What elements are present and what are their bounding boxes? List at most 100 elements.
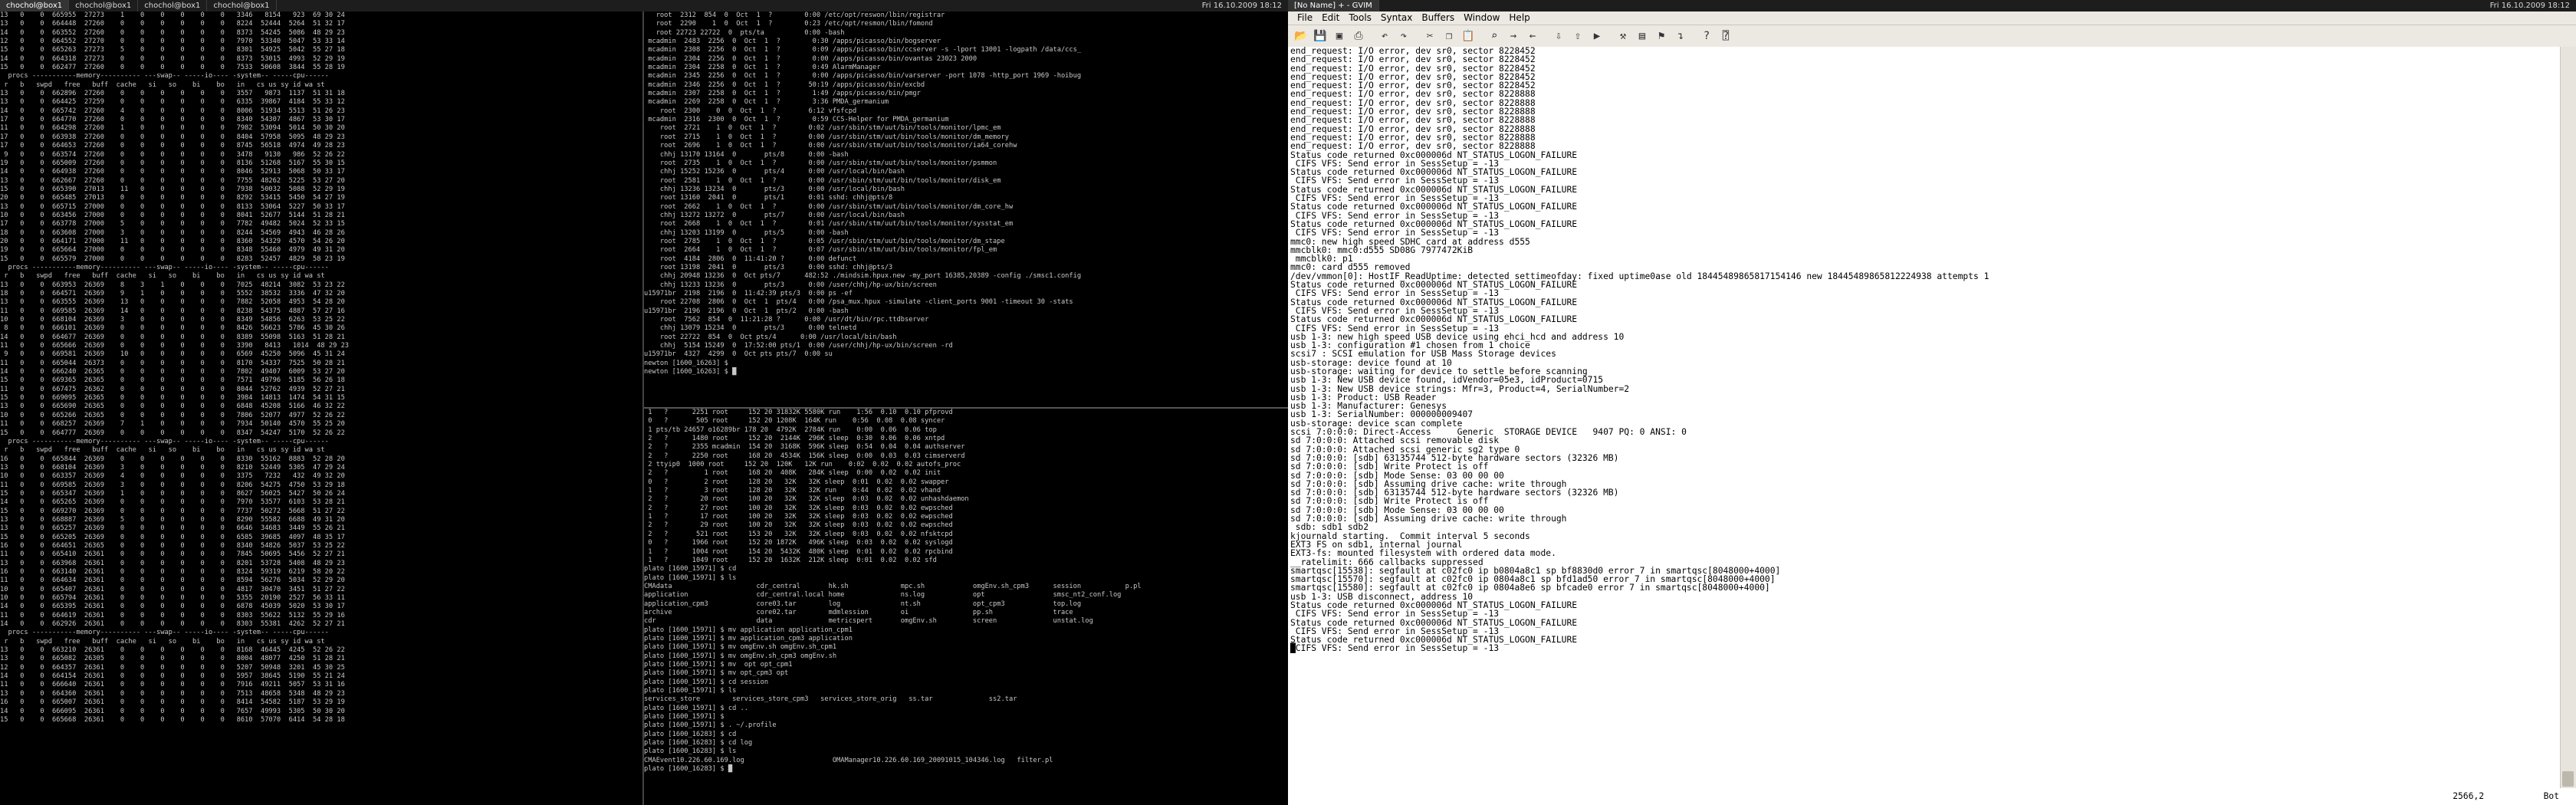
find-help-icon[interactable]: ⍰ xyxy=(1717,28,1734,44)
right-clock: Fri 16.10.2009 18:12 xyxy=(2489,2,2570,10)
ps-line: root 2312 854 0 Oct 1 ? 0:00 /etc/opt/re… xyxy=(644,12,945,19)
vmstat-line: 17 0 0 664653 27260 0 0 0 0 0 0 8745 565… xyxy=(0,142,345,150)
left-window-tab[interactable]: chochol@box1 xyxy=(0,0,70,12)
vmstat-line: 15 0 0 665205 26369 0 0 0 0 0 0 6585 396… xyxy=(0,533,345,541)
menu-file[interactable]: File xyxy=(1293,12,1317,25)
ps-line: root 2668 1 0 Oct 1 ? 0:01 /usr/sbin/stm… xyxy=(644,220,1014,228)
top-line: plato [1600_15971] $ mv application_cpm3… xyxy=(644,634,853,642)
right-top-bar: [No Name] + - GVIM Fri 16.10.2009 18:12 xyxy=(1288,0,2576,12)
vmstat-line: 13 0 0 668104 26369 3 0 0 0 0 0 8210 524… xyxy=(0,463,345,472)
ps-terminal-pane[interactable]: root 2312 854 0 Oct 1 ? 0:00 /etc/opt/re… xyxy=(644,12,1288,409)
jump-tag-icon[interactable]: ↴ xyxy=(1672,28,1689,44)
vmstat-line: 19 0 0 665664 27000 0 0 0 0 0 0 8348 554… xyxy=(0,246,345,255)
undo-icon[interactable]: ↶ xyxy=(1376,28,1393,44)
vmstat-line: 10 0 0 663357 26369 4 0 0 0 0 0 3375 723… xyxy=(0,472,345,481)
editor-scrollbar[interactable] xyxy=(2560,47,2576,788)
ps-line: mcadmin 2483 2256 0 Oct 1 ? 0:30 /apps/p… xyxy=(644,38,941,46)
ps-line: chhj 5154 15249 0 17:52:00 pts/1 0:00 /u… xyxy=(644,342,953,350)
vmstat-line: 11 0 0 669585 26369 3 0 0 0 0 0 8206 542… xyxy=(0,481,345,489)
vmstat-line: r b swpd free buff cache si so bi bo in … xyxy=(0,80,325,89)
ps-line: newton [1600_16263] $ █ xyxy=(644,368,737,376)
ps-line: root 2721 1 0 Oct 1 ? 0:02 /usr/sbin/stm… xyxy=(644,124,1001,133)
vmstat-line: 19 0 0 665009 27260 0 0 0 0 0 0 8136 512… xyxy=(0,159,345,167)
top-line: 1 ? 17 root 100 20 32K 32K sleep 0:03 0.… xyxy=(644,513,953,521)
run-script-icon[interactable]: ▶ xyxy=(1589,28,1605,44)
top-line: plato [1600_15971] $ cd session xyxy=(644,678,769,686)
top-line: plato [1600_15971] $ cd xyxy=(644,565,737,573)
cut-icon[interactable]: ✂ xyxy=(1421,28,1438,44)
vmstat-line: procs -----------memory---------- ---swa… xyxy=(0,629,329,637)
menu-help[interactable]: Help xyxy=(1504,12,1534,25)
save-icon[interactable]: 💾 xyxy=(1312,28,1329,44)
left-window-tab[interactable]: chochol@box1 xyxy=(207,0,277,12)
top-line: 2 ? 2355 mcadmin 154 20 3168K 596K sleep… xyxy=(644,443,965,452)
ps-line: mcadmin 2345 2256 0 Oct 1 ? 0:00 /apps/p… xyxy=(644,72,1082,80)
vmstat-line: 11 0 0 668257 26369 7 1 0 0 0 0 7934 501… xyxy=(0,420,345,429)
ps-line: u15971br 2196 2196 0 Oct 1 pts/2 0:00 -b… xyxy=(644,307,849,315)
menu-tools[interactable]: Tools xyxy=(1344,12,1376,25)
top-line: plato [1600_15971] $ ls xyxy=(644,687,737,695)
vmstat-line: 14 0 0 666095 26361 0 0 0 0 0 0 7657 499… xyxy=(0,707,345,715)
ps-line: root 2785 1 0 Oct 1 ? 0:05 /usr/sbin/stm… xyxy=(644,237,1005,245)
ps-line: root 2662 1 0 Oct 1 ? 0:00 /usr/sbin/stm… xyxy=(644,202,1014,211)
top-line: 1 pts/tb 24657 o16289br 178 20 4792K 278… xyxy=(644,426,937,434)
find-next-icon[interactable]: → xyxy=(1505,28,1522,44)
vmstat-line: 13 0 0 663210 26361 0 0 0 0 0 0 8168 464… xyxy=(0,646,345,655)
menu-syntax[interactable]: Syntax xyxy=(1376,12,1417,25)
ps-line: chhj 15252 15236 0 pts/4 0:00 /usr/local… xyxy=(644,168,905,176)
print-icon[interactable]: ⎙ xyxy=(1350,28,1367,44)
ps-line: root 13160 2041 0 pts/1 0:01 sshd: chhj@… xyxy=(644,194,893,202)
vmstat-line: 15 0 0 665347 26369 1 0 0 0 0 0 8627 560… xyxy=(0,489,345,498)
menu-edit[interactable]: Edit xyxy=(1317,12,1344,25)
right-window-tab[interactable]: [No Name] + - GVIM xyxy=(1288,0,1379,12)
gvim-editor[interactable]: end_request: I/O error, dev sr0, sector … xyxy=(1288,47,2561,788)
help-icon[interactable]: ? xyxy=(1698,28,1715,44)
make-icon[interactable]: ⚒ xyxy=(1615,28,1631,44)
top-line: 1 ? 1004 root 154 20 5432K 480K sleep 0:… xyxy=(644,547,953,556)
top-line: 2 ? 521 root 153 20 32K 32K sleep 0:03 0… xyxy=(644,530,953,538)
menu-buffers[interactable]: Buffers xyxy=(1417,12,1459,25)
paste-icon[interactable]: 📋 xyxy=(1460,28,1477,44)
top-line: plato [1600_15971] $ mv opt_cpm3 opt xyxy=(644,669,789,678)
right-screen: [No Name] + - GVIM Fri 16.10.2009 18:12 … xyxy=(1288,0,2576,805)
scroll-percent: Bot xyxy=(2543,791,2559,801)
top-line: plato [1600_16283] $ cd xyxy=(644,730,737,738)
top-line: plato [1600_15971] $ ls xyxy=(644,573,737,582)
top-line: plato [1600_15971] $ xyxy=(644,713,724,721)
top-line: CMAEvent10.226.60.169.log OMAManager10.2… xyxy=(644,756,1053,764)
ps-line: mcadmin 2346 2256 0 Oct 1 ? 50:19 /apps/… xyxy=(644,80,925,89)
vmstat-terminal-pane[interactable]: 13 0 0 665955 27273 1 0 0 0 0 0 3346 815… xyxy=(0,12,644,805)
redo-icon[interactable]: ↷ xyxy=(1395,28,1412,44)
load-session-icon[interactable]: ⇩ xyxy=(1550,28,1567,44)
left-window-tab[interactable]: chochol@box1 xyxy=(69,0,139,12)
ps-line: chhj 13079 15234 0 pts/3 0:00 telnetd xyxy=(644,324,857,333)
left-window-tab[interactable]: chochol@box1 xyxy=(138,0,208,12)
top-line: 2 ? 1 root 168 20 408K 284K sleep 0:00 0… xyxy=(644,469,941,478)
vmstat-line: 13 0 0 664448 27260 0 0 0 0 0 0 8224 524… xyxy=(0,20,345,28)
make-tags-icon[interactable]: ⚑ xyxy=(1653,28,1670,44)
vmstat-line: 14 0 0 662926 26361 0 0 0 0 0 0 8303 553… xyxy=(0,620,345,629)
vmstat-line: 13 0 0 665715 27000 0 0 0 0 0 0 8133 530… xyxy=(0,202,345,211)
save-session-icon[interactable]: ⇧ xyxy=(1569,28,1586,44)
copy-icon[interactable]: ❐ xyxy=(1441,28,1457,44)
top-line: plato [1600_15971] $ . ~/.profile xyxy=(644,721,777,730)
shell-icon[interactable]: ▤ xyxy=(1634,28,1651,44)
find-prev-icon[interactable]: ← xyxy=(1524,28,1541,44)
open-icon[interactable]: 📂 xyxy=(1293,28,1309,44)
vmstat-line: 11 0 0 664634 26361 0 0 0 0 0 0 8594 562… xyxy=(0,577,345,585)
top-terminal-pane[interactable]: 1 ? 2251 root 152 20 31832K 5580K run 1:… xyxy=(644,409,1288,805)
cursor-position: 2566,2 xyxy=(2453,791,2484,801)
menu-window[interactable]: Window xyxy=(1459,12,1504,25)
save-all-icon[interactable]: ▣ xyxy=(1331,28,1348,44)
vmstat-line: 15 0 0 664777 26369 0 0 0 0 0 0 8347 542… xyxy=(0,429,345,437)
vmstat-line: 11 0 0 666640 26361 0 0 0 0 0 0 7916 492… xyxy=(0,681,345,689)
vmstat-line: 13 0 0 662667 27260 0 0 0 0 0 0 7755 482… xyxy=(0,176,345,185)
find-replace-icon[interactable]: ⌕ xyxy=(1486,28,1503,44)
scrollbar-thumb[interactable] xyxy=(2562,771,2574,787)
vmstat-line: 14 0 0 664318 27273 0 0 0 0 0 0 8373 530… xyxy=(0,54,345,63)
vmstat-line: 15 0 0 669270 26369 0 0 0 0 0 0 7737 502… xyxy=(0,507,345,515)
vmstat-line: 15 0 0 669095 26365 0 0 0 0 0 0 3984 148… xyxy=(0,394,345,402)
vmstat-line: 16 0 0 663140 26361 0 0 0 0 0 0 8324 593… xyxy=(0,568,345,576)
vmstat-line: procs -----------memory---------- ---swa… xyxy=(0,72,329,80)
top-line: 2 ? 1480 root 152 20 2144K 296K sleep 0:… xyxy=(644,435,945,443)
